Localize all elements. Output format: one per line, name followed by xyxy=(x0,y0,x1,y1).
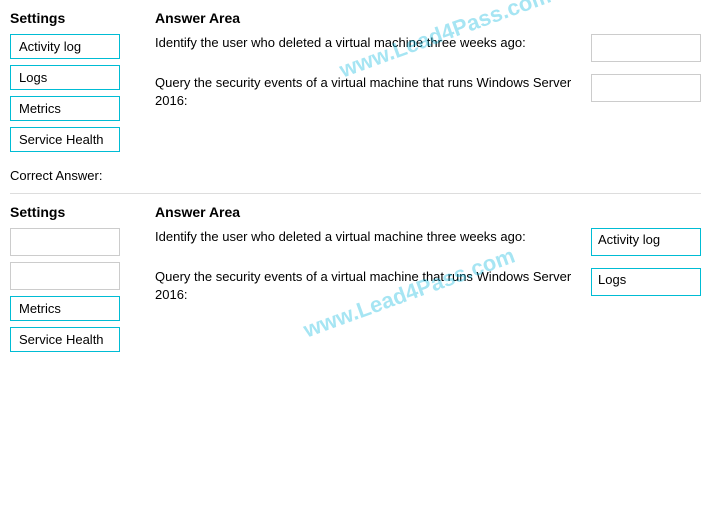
settings-column-1: Settings Activity log Logs Metrics Servi… xyxy=(10,10,155,158)
settings-item-service-health-2[interactable]: Service Health xyxy=(10,327,120,352)
settings-item-metrics-2[interactable]: Metrics xyxy=(10,296,120,321)
answer-title-2: Answer Area xyxy=(155,204,701,220)
divider xyxy=(10,193,701,194)
answer-row-1: Identify the user who deleted a virtual … xyxy=(155,34,701,62)
answer-box-1[interactable] xyxy=(591,34,701,62)
settings-item-empty-1 xyxy=(10,228,120,256)
question-1: Identify the user who deleted a virtual … xyxy=(155,34,581,52)
question-4: Query the security events of a virtual m… xyxy=(155,268,581,304)
answer-row-2: Query the security events of a virtual m… xyxy=(155,74,701,110)
correct-answer-label: Correct Answer: xyxy=(10,168,701,183)
answer-area-2: Answer Area Identify the user who delete… xyxy=(155,204,701,316)
answer-box-3[interactable]: Activity log xyxy=(591,228,701,256)
question-2: Query the security events of a virtual m… xyxy=(155,74,581,110)
answer-title-1: Answer Area xyxy=(155,10,701,26)
settings-item-metrics[interactable]: Metrics xyxy=(10,96,120,121)
settings-title-1: Settings xyxy=(10,10,155,26)
settings-item-empty-2 xyxy=(10,262,120,290)
settings-item-activity-log[interactable]: Activity log xyxy=(10,34,120,59)
question-3: Identify the user who deleted a virtual … xyxy=(155,228,581,246)
settings-item-service-health[interactable]: Service Health xyxy=(10,127,120,152)
answer-area-1: Answer Area Identify the user who delete… xyxy=(155,10,701,122)
settings-title-2: Settings xyxy=(10,204,155,220)
answer-section: Settings Metrics Service Health Answer A… xyxy=(10,204,701,358)
settings-item-logs[interactable]: Logs xyxy=(10,65,120,90)
answer-box-2[interactable] xyxy=(591,74,701,102)
answer-box-4[interactable]: Logs xyxy=(591,268,701,296)
answer-row-3: Identify the user who deleted a virtual … xyxy=(155,228,701,256)
settings-column-2: Settings Metrics Service Health xyxy=(10,204,155,358)
answer-row-4: Query the security events of a virtual m… xyxy=(155,268,701,304)
question-section: Settings Activity log Logs Metrics Servi… xyxy=(10,10,701,158)
